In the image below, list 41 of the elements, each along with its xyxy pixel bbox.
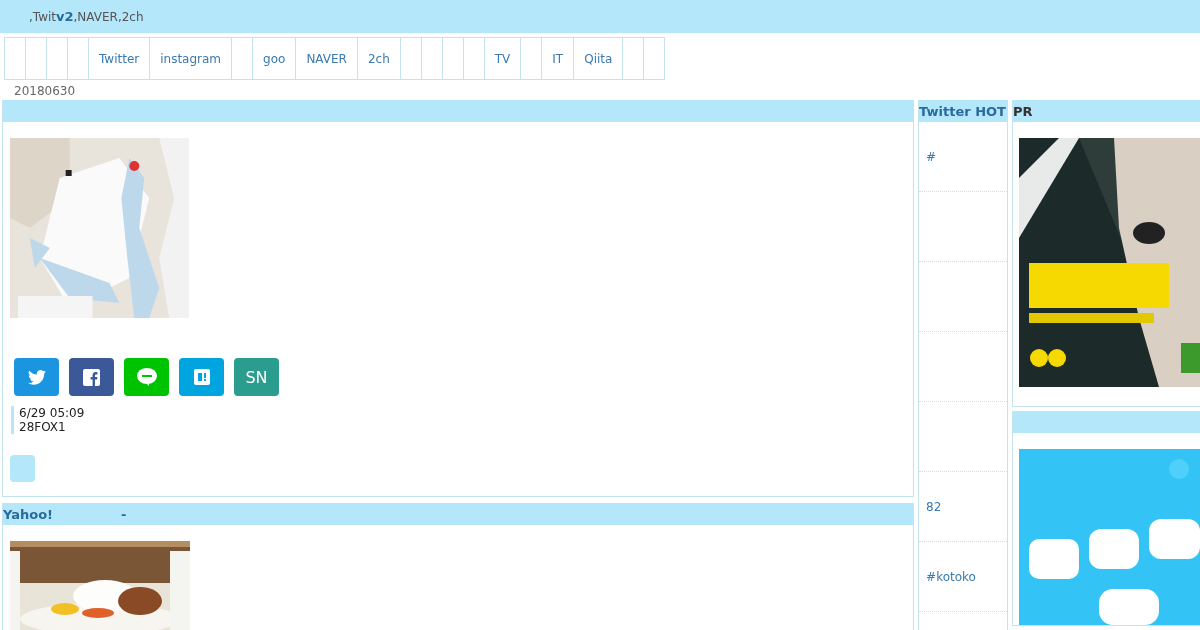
more-button[interactable] bbox=[10, 455, 35, 482]
nav-tab[interactable] bbox=[399, 37, 422, 80]
trend-link[interactable]: #kotoko bbox=[926, 569, 976, 584]
share-button[interactable]: SN bbox=[234, 358, 279, 396]
nav-tab[interactable]: TV bbox=[483, 37, 522, 80]
nav-tab[interactable]: Qiita bbox=[573, 37, 624, 80]
nav-tab[interactable] bbox=[441, 37, 464, 80]
panel-title: PR bbox=[1013, 103, 1033, 119]
nav-tab[interactable]: IT bbox=[541, 37, 575, 80]
nav-tab[interactable] bbox=[67, 37, 89, 80]
nav-tab[interactable] bbox=[462, 37, 485, 80]
nav-tab[interactable] bbox=[643, 37, 666, 80]
share-button[interactable] bbox=[14, 358, 59, 396]
site-description: ,NAVER,2ch bbox=[73, 9, 144, 24]
facebook-icon bbox=[83, 368, 100, 386]
article-source[interactable]: Yahoo! bbox=[3, 506, 54, 522]
nav-tab[interactable] bbox=[420, 37, 443, 80]
panel-title: Twitter HOT bbox=[919, 100, 1007, 122]
nav-tab[interactable] bbox=[4, 37, 26, 80]
trend-link[interactable]: # bbox=[926, 149, 937, 164]
nav-tab[interactable]: NAVER bbox=[295, 37, 358, 80]
nav-tab[interactable]: Twitter bbox=[88, 37, 151, 80]
bird-icon bbox=[27, 369, 46, 385]
bookmark-icon bbox=[193, 369, 210, 385]
nav-tab[interactable] bbox=[25, 37, 47, 80]
nav-tab[interactable] bbox=[231, 37, 254, 80]
nav-tab[interactable]: goo bbox=[252, 37, 297, 80]
nav-tab[interactable] bbox=[622, 37, 645, 80]
article-title[interactable]: - bbox=[121, 506, 127, 522]
nav-tab[interactable] bbox=[520, 37, 543, 80]
site-description: ,Twit bbox=[29, 9, 56, 24]
article-meta: 6/29 05:09 28FOX1 bbox=[11, 406, 914, 434]
share-button[interactable] bbox=[179, 358, 224, 396]
speech-bubble-icon bbox=[136, 368, 157, 386]
share-button[interactable] bbox=[69, 358, 114, 396]
date-text: 20180630 bbox=[13, 83, 77, 100]
trend-link[interactable]: 82 bbox=[926, 499, 942, 514]
nav-tab[interactable]: 2ch bbox=[356, 37, 401, 80]
nav-tab[interactable] bbox=[46, 37, 68, 80]
nav-tab[interactable]: instagram bbox=[149, 37, 233, 80]
site-logo[interactable]: v2 bbox=[56, 9, 74, 24]
